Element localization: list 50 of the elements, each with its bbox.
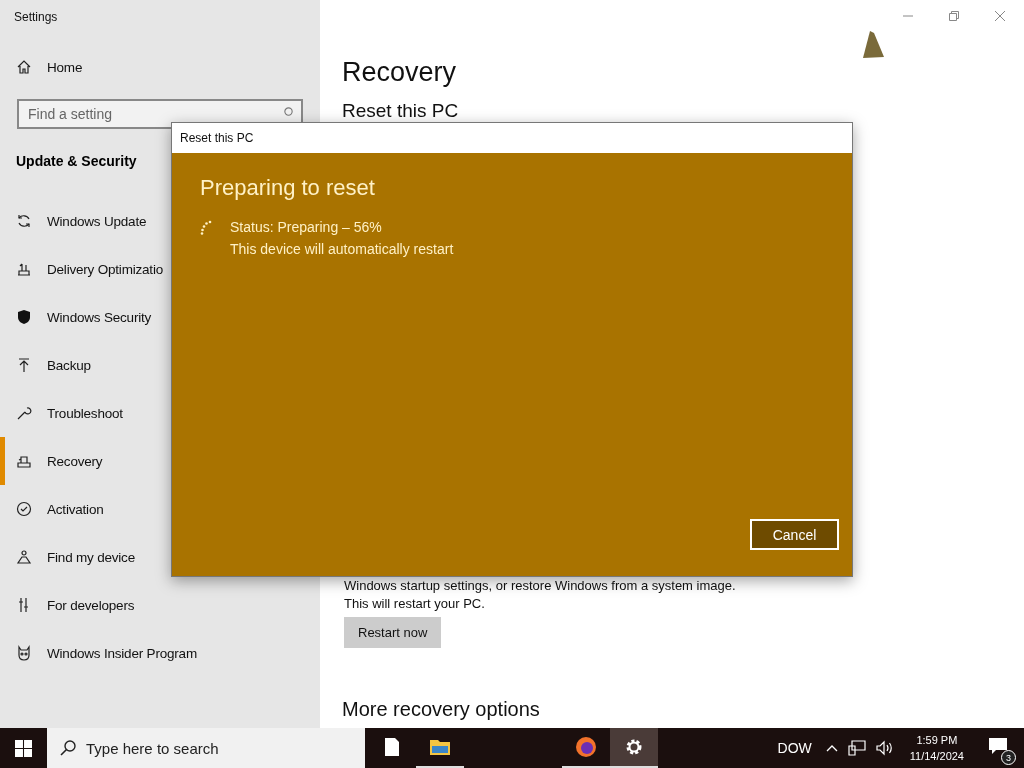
chevron-up-icon[interactable]	[825, 744, 838, 752]
nav-item[interactable]: Find my device	[0, 533, 320, 581]
nav-item[interactable]: Troubleshoot	[0, 389, 320, 437]
nav-item[interactable]: Activation	[0, 485, 320, 533]
home-icon	[16, 59, 32, 75]
dialog-title: Reset this PC	[180, 131, 254, 145]
restart-note: This device will automatically restart	[230, 241, 454, 257]
nav-icon	[16, 309, 32, 325]
dialog-heading: Preparing to reset	[200, 175, 375, 201]
section-heading: Update & Security	[16, 153, 137, 169]
nav-icon	[16, 213, 32, 229]
nav-icon	[16, 645, 32, 661]
nav-icon	[16, 357, 32, 373]
settings-icon	[624, 737, 644, 757]
document-icon	[384, 737, 400, 757]
spinner-icon	[200, 220, 212, 236]
restart-button[interactable]: Restart now	[344, 617, 442, 648]
nav-icon	[16, 501, 32, 517]
search-icon	[283, 107, 294, 118]
taskbar-search-field[interactable]: Type here to search	[47, 728, 365, 768]
volume-icon[interactable]	[875, 740, 894, 756]
nav-item[interactable]: Backup	[0, 341, 320, 389]
nav-icon	[16, 453, 32, 469]
windows-start-icon[interactable]	[15, 739, 32, 757]
nav-item[interactable]: For developers	[0, 581, 320, 629]
page-title: Recovery	[342, 57, 457, 88]
nav-icon	[16, 405, 32, 421]
notification-icon[interactable]	[988, 737, 1008, 755]
home-nav-item[interactable]: Home	[0, 49, 320, 85]
nav-icon	[16, 549, 32, 565]
nav-item[interactable]: Windows Security	[0, 293, 320, 341]
section-heading: More recovery options	[342, 698, 540, 721]
restore-icon[interactable]	[949, 11, 959, 21]
section-heading: Reset this PC	[342, 100, 459, 122]
nav-icon	[16, 261, 32, 277]
window-title: Settings	[14, 10, 58, 24]
folder-icon	[429, 738, 451, 756]
taskbar-app[interactable]	[610, 728, 658, 768]
search-icon	[60, 740, 76, 756]
clock[interactable]: 1:59 PM 11/14/2024	[909, 732, 964, 764]
search-field[interactable]: Find a setting	[17, 99, 303, 129]
status-text: Status: Preparing – 56%	[230, 219, 382, 235]
description-text: Windows startup settings, or restore Windows from a system image.	[344, 577, 736, 595]
tray-label: DOW	[777, 740, 812, 756]
description-text: This will restart your PC.	[344, 595, 486, 613]
cancel-button[interactable]: Cancel	[750, 519, 839, 550]
notification-badge: 3	[1001, 750, 1016, 765]
network-icon[interactable]	[847, 740, 866, 756]
close-icon[interactable]	[995, 11, 1005, 21]
nav-item[interactable]: Windows Insider Program	[0, 629, 320, 677]
